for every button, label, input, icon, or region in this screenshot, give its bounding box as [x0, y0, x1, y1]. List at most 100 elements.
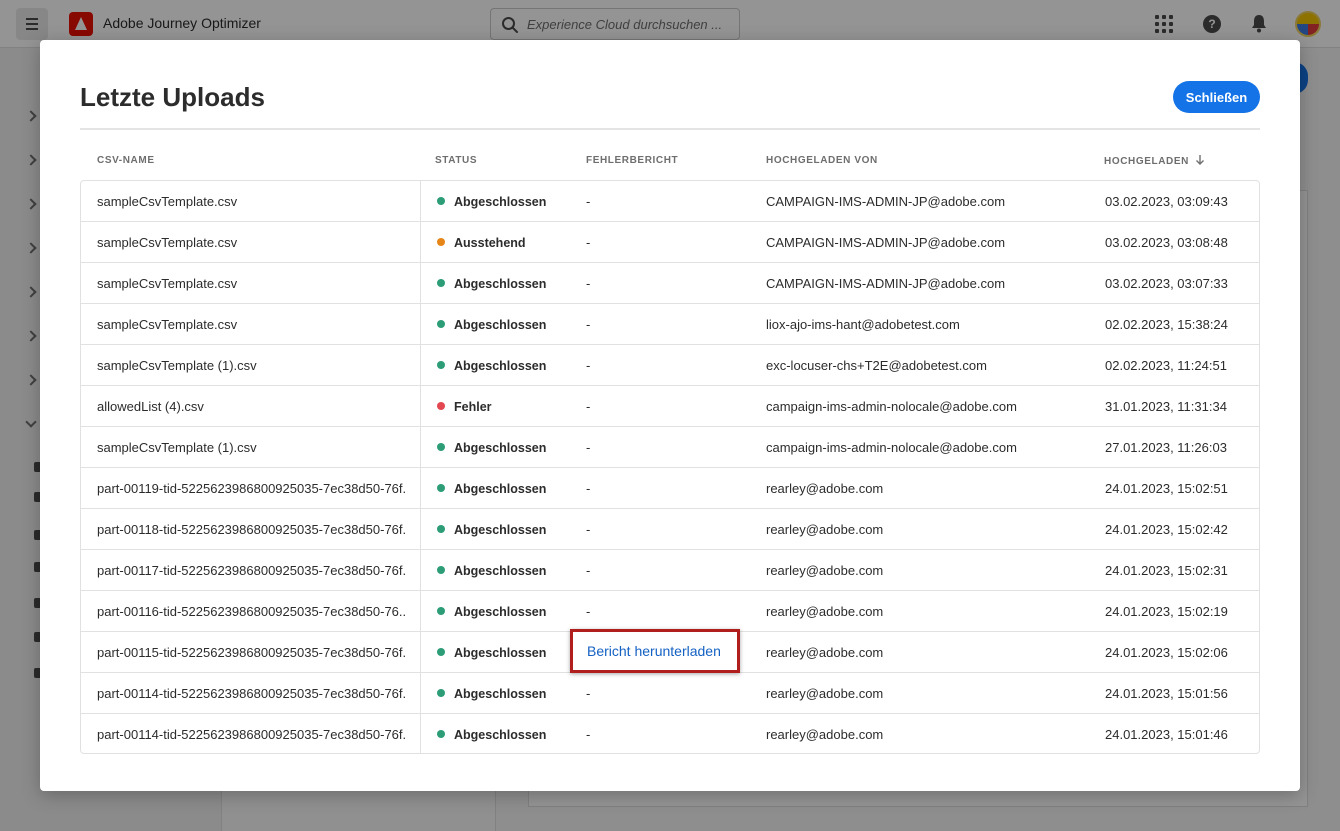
csv-name-cell: sampleCsvTemplate.csv — [97, 194, 238, 209]
uploaded-date-cell: 24.01.2023, 15:01:46 — [1105, 727, 1228, 742]
status-cell: Abgeschlossen — [437, 194, 546, 209]
table-header: CSV-NAME STATUS FEHLERBERICHT HOCHGELADE… — [80, 155, 1260, 175]
table-row[interactable]: sampleCsvTemplate (1).csv Abgeschlossen - e… — [81, 345, 1259, 386]
table-row[interactable]: part-00114-tid-5225623986800925035-7ec38… — [81, 714, 1259, 753]
error-report-cell: - — [586, 563, 591, 578]
status-dot-icon — [437, 484, 445, 492]
csv-name-cell: part-00117-tid-5225623986800925035-7ec38… — [97, 563, 407, 578]
status-label: Abgeschlossen — [454, 605, 547, 619]
status-cell: Abgeschlossen — [437, 317, 546, 332]
csv-name-cell: part-00114-tid-5225623986800925035-7ec38… — [97, 686, 407, 701]
table-row[interactable]: part-00119-tid-5225623986800925035-7ec38… — [81, 468, 1259, 509]
table-row[interactable]: allowedList (4).csv Fehler - campaign-ims-a… — [81, 386, 1259, 427]
error-report-cell: - — [586, 276, 591, 291]
recent-uploads-dialog: Letzte Uploads Schließen CSV-NAME STATUS… — [40, 40, 1300, 791]
column-header-uploaded-label: HOCHGELADEN — [1104, 156, 1189, 167]
uploaded-date-cell: 24.01.2023, 15:02:19 — [1105, 604, 1228, 619]
uploaded-by-cell: rearley@adobe.com — [766, 604, 884, 619]
table-row[interactable]: part-00117-tid-5225623986800925035-7ec38… — [81, 550, 1259, 591]
uploaded-by-cell: rearley@adobe.com — [766, 645, 884, 660]
error-report-cell: - — [586, 522, 591, 537]
status-dot-icon — [437, 197, 445, 205]
table-row[interactable]: sampleCsvTemplate.csv Abgeschlossen - liox-… — [81, 304, 1259, 345]
table-row[interactable]: part-00114-tid-5225623986800925035-7ec38… — [81, 673, 1259, 714]
uploaded-date-cell: 24.01.2023, 15:02:06 — [1105, 645, 1228, 660]
close-button[interactable]: Schließen — [1173, 81, 1260, 113]
uploaded-date-cell: 27.01.2023, 11:26:03 — [1105, 440, 1227, 455]
column-divider — [420, 673, 421, 713]
uploaded-date-cell: 24.01.2023, 15:02:51 — [1105, 481, 1228, 496]
error-report-cell: - — [586, 686, 591, 701]
status-cell: Abgeschlossen — [437, 604, 546, 619]
uploaded-date-cell: 02.02.2023, 11:24:51 — [1105, 358, 1227, 373]
download-report-highlight: Bericht herunterladen — [570, 629, 740, 673]
status-cell: Ausstehend — [437, 235, 526, 250]
uploaded-by-cell: liox-ajo-ims-hant@adobetest.com — [766, 317, 960, 332]
status-cell: Abgeschlossen — [437, 727, 546, 742]
status-label: Abgeschlossen — [454, 441, 547, 455]
status-label: Abgeschlossen — [454, 687, 547, 701]
uploaded-by-cell: rearley@adobe.com — [766, 522, 884, 537]
csv-name-cell: part-00115-tid-5225623986800925035-7ec38… — [97, 645, 407, 660]
status-cell: Abgeschlossen — [437, 358, 546, 373]
uploaded-by-cell: rearley@adobe.com — [766, 563, 884, 578]
error-report-cell: - — [586, 194, 591, 209]
status-cell: Abgeschlossen — [437, 440, 546, 455]
column-divider — [420, 386, 421, 426]
uploaded-by-cell: rearley@adobe.com — [766, 481, 884, 496]
status-dot-icon — [437, 689, 445, 697]
csv-name-cell: sampleCsvTemplate.csv — [97, 317, 238, 332]
uploaded-by-cell: CAMPAIGN-IMS-ADMIN-JP@adobe.com — [766, 276, 1006, 291]
status-label: Abgeschlossen — [454, 277, 547, 291]
status-label: Abgeschlossen — [454, 359, 547, 373]
status-dot-icon — [437, 648, 445, 656]
column-divider — [420, 222, 421, 262]
column-header-csv-name[interactable]: CSV-NAME — [97, 155, 155, 166]
error-report-cell: - — [586, 440, 591, 455]
column-header-error-report[interactable]: FEHLERBERICHT — [586, 155, 678, 166]
column-header-uploaded-by[interactable]: HOCHGELADEN VON — [766, 155, 878, 166]
status-label: Fehler — [454, 400, 492, 414]
column-divider — [420, 509, 421, 549]
status-cell: Abgeschlossen — [437, 686, 546, 701]
status-label: Abgeschlossen — [454, 195, 547, 209]
divider — [80, 128, 1260, 130]
column-header-status[interactable]: STATUS — [435, 155, 477, 166]
csv-name-cell: sampleCsvTemplate (1).csv — [97, 440, 257, 455]
error-report-cell: - — [586, 317, 591, 332]
status-dot-icon — [437, 443, 445, 451]
status-dot-icon — [437, 607, 445, 615]
uploaded-by-cell: exc-locuser-chs+T2E@adobetest.com — [766, 358, 987, 373]
error-report-cell: - — [586, 399, 591, 414]
table-row[interactable]: sampleCsvTemplate (1).csv Abgeschlossen - c… — [81, 427, 1259, 468]
csv-name-cell: sampleCsvTemplate (1).csv — [97, 358, 257, 373]
csv-name-cell: part-00116-tid-5225623986800925035-7ec38… — [97, 604, 407, 619]
column-divider — [420, 632, 421, 672]
uploaded-by-cell: rearley@adobe.com — [766, 727, 884, 742]
status-cell: Abgeschlossen — [437, 645, 546, 660]
status-dot-icon — [437, 402, 445, 410]
table-row[interactable]: sampleCsvTemplate.csv Abgeschlossen - CAMPA… — [81, 263, 1259, 304]
csv-name-cell: part-00114-tid-5225623986800925035-7ec38… — [97, 727, 407, 742]
status-label: Abgeschlossen — [454, 728, 547, 742]
uploaded-by-cell: CAMPAIGN-IMS-ADMIN-JP@adobe.com — [766, 235, 1006, 250]
table-row[interactable]: part-00115-tid-5225623986800925035-7ec38… — [81, 629, 1259, 673]
column-header-uploaded[interactable]: HOCHGELADEN — [1104, 155, 1205, 167]
download-report-link[interactable]: Bericht herunterladen — [587, 643, 721, 659]
table-row[interactable]: part-00116-tid-5225623986800925035-7ec38… — [81, 591, 1259, 632]
table-row[interactable]: part-00118-tid-5225623986800925035-7ec38… — [81, 509, 1259, 550]
status-dot-icon — [437, 361, 445, 369]
status-cell: Abgeschlossen — [437, 563, 546, 578]
column-divider — [420, 427, 421, 467]
column-divider — [420, 550, 421, 590]
table-row[interactable]: sampleCsvTemplate.csv Ausstehend - CAMPAIGN… — [81, 222, 1259, 263]
status-label: Abgeschlossen — [454, 564, 547, 578]
status-label: Abgeschlossen — [454, 318, 547, 332]
uploaded-by-cell: campaign-ims-admin-nolocale@adobe.com — [766, 440, 1017, 455]
column-divider — [420, 345, 421, 385]
csv-name-cell: part-00118-tid-5225623986800925035-7ec38… — [97, 522, 407, 537]
table-row[interactable]: sampleCsvTemplate.csv Abgeschlossen - CAMPA… — [81, 181, 1259, 222]
sort-descending-icon[interactable] — [1195, 155, 1205, 165]
column-divider — [420, 714, 421, 753]
column-divider — [420, 304, 421, 344]
